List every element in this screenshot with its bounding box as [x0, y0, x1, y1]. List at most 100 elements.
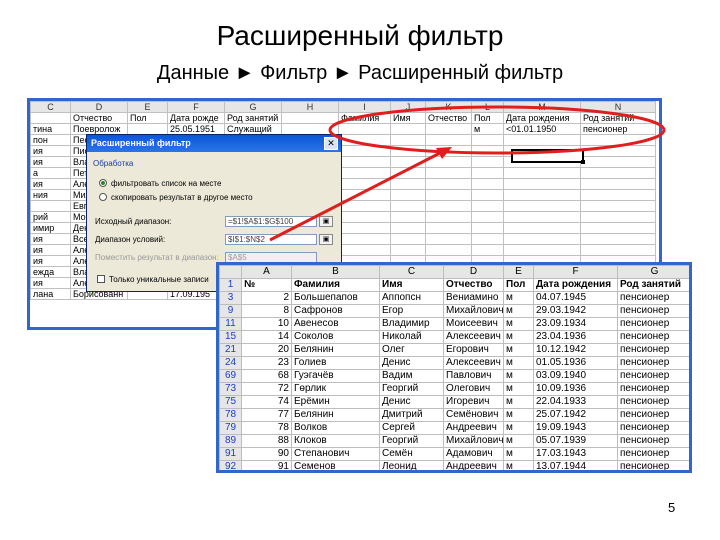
cell[interactable]: Алексеевич [443, 330, 504, 344]
cell[interactable] [425, 123, 472, 135]
cell[interactable]: Служащий [224, 123, 282, 135]
source-range-ref-button[interactable]: ▣ [319, 216, 333, 227]
active-cell[interactable] [511, 149, 584, 163]
cell[interactable]: 25.05.1951 [167, 123, 225, 135]
cell[interactable] [281, 123, 339, 135]
cell[interactable]: ия [30, 255, 71, 267]
cell[interactable] [580, 156, 656, 168]
cell[interactable] [390, 222, 426, 234]
cell[interactable] [390, 123, 426, 135]
cell[interactable]: Андреевич [443, 421, 504, 435]
cell[interactable] [338, 244, 391, 256]
cell[interactable] [338, 211, 391, 223]
cell[interactable]: пенсионер [617, 382, 689, 396]
cell[interactable]: ия [30, 233, 71, 245]
column-header[interactable]: F [167, 101, 225, 113]
cell[interactable]: Олегович [443, 382, 504, 396]
column-header[interactable]: D [443, 265, 504, 279]
cell[interactable] [425, 200, 472, 212]
column-header[interactable]: A [241, 265, 292, 279]
cell[interactable] [471, 200, 504, 212]
cell[interactable] [30, 112, 71, 124]
cell[interactable] [471, 189, 504, 201]
cell[interactable]: 78 [241, 421, 292, 435]
row-number[interactable]: 89 [219, 434, 242, 448]
column-header[interactable]: M [503, 101, 581, 113]
column-header[interactable]: H [281, 101, 339, 113]
cell[interactable]: 03.09.1940 [533, 369, 618, 383]
cell[interactable]: Волков [291, 421, 380, 435]
cell[interactable] [503, 244, 581, 256]
cell[interactable]: 01.05.1936 [533, 356, 618, 370]
cell[interactable]: Белянин [291, 343, 380, 357]
cell[interactable]: 10 [241, 317, 292, 331]
cell[interactable]: 29.03.1942 [533, 304, 618, 318]
row-number[interactable]: 78 [219, 408, 242, 422]
cell[interactable]: Дата рожде [167, 112, 225, 124]
cell[interactable]: м [503, 291, 534, 305]
cell[interactable]: Георгий [379, 434, 444, 448]
cell[interactable]: Аппопсн [379, 291, 444, 305]
cell[interactable]: ежда [30, 266, 71, 278]
cell[interactable]: 23.09.1934 [533, 317, 618, 331]
cell[interactable]: Отчество [443, 278, 504, 292]
cell[interactable]: Степанович [291, 447, 380, 461]
cell[interactable]: Гөрлик [291, 382, 380, 396]
cell[interactable]: Моисеевич [443, 317, 504, 331]
unique-records-checkbox[interactable] [97, 275, 105, 283]
cell[interactable] [503, 233, 581, 245]
column-header[interactable]: C [379, 265, 444, 279]
cell[interactable]: пенсионер [580, 123, 656, 135]
cell[interactable]: 90 [241, 447, 292, 461]
source-range-input[interactable]: =$1!$A$1:$G$100 [225, 216, 317, 227]
cell[interactable]: Михайлович [443, 434, 504, 448]
cell[interactable] [390, 178, 426, 190]
cell[interactable]: 20 [241, 343, 292, 357]
cell[interactable]: Вадим [379, 369, 444, 383]
cell[interactable]: Олег [379, 343, 444, 357]
cell[interactable]: Фамилия [291, 278, 380, 292]
cell[interactable]: пенсионер [617, 395, 689, 409]
cell[interactable]: Сафронов [291, 304, 380, 318]
cell[interactable]: м [503, 356, 534, 370]
cell[interactable] [390, 200, 426, 212]
cell[interactable] [390, 167, 426, 179]
cell[interactable]: 14 [241, 330, 292, 344]
row-number[interactable]: 1 [219, 278, 242, 292]
cell[interactable]: 74 [241, 395, 292, 409]
cell[interactable]: Авенесов [291, 317, 380, 331]
cell[interactable]: Пол [471, 112, 504, 124]
cell[interactable]: пенсионер [617, 421, 689, 435]
cell[interactable]: рий [30, 211, 71, 223]
cell[interactable]: м [503, 460, 534, 470]
cell[interactable]: Георгий [379, 382, 444, 396]
cell[interactable]: а [30, 167, 71, 179]
column-header[interactable]: D [70, 101, 128, 113]
cell[interactable] [580, 189, 656, 201]
cell[interactable]: м [503, 408, 534, 422]
cell[interactable]: 05.07.1939 [533, 434, 618, 448]
row-number[interactable]: 79 [219, 421, 242, 435]
cell[interactable] [580, 134, 656, 146]
cell[interactable] [30, 200, 71, 212]
cell[interactable]: имир [30, 222, 71, 234]
cell[interactable]: лана [30, 288, 71, 300]
cell[interactable]: м [503, 434, 534, 448]
cell[interactable]: м [503, 421, 534, 435]
cell[interactable]: пенсионер [617, 291, 689, 305]
column-header[interactable]: B [291, 265, 380, 279]
row-number[interactable]: 75 [219, 395, 242, 409]
column-header[interactable]: G [617, 265, 689, 279]
cell[interactable]: 8 [241, 304, 292, 318]
column-header[interactable]: E [503, 265, 534, 279]
cell[interactable] [425, 156, 472, 168]
cell[interactable]: тина [30, 123, 71, 135]
row-number[interactable]: 3 [219, 291, 242, 305]
row-number[interactable]: 15 [219, 330, 242, 344]
cell[interactable]: Ерёмин [291, 395, 380, 409]
radio-copy-elsewhere[interactable] [99, 193, 107, 201]
cell[interactable]: Род занятий [580, 112, 656, 124]
cell[interactable]: Михайлович [443, 304, 504, 318]
cell[interactable]: Дмитрий [379, 408, 444, 422]
column-header[interactable]: J [390, 101, 426, 113]
